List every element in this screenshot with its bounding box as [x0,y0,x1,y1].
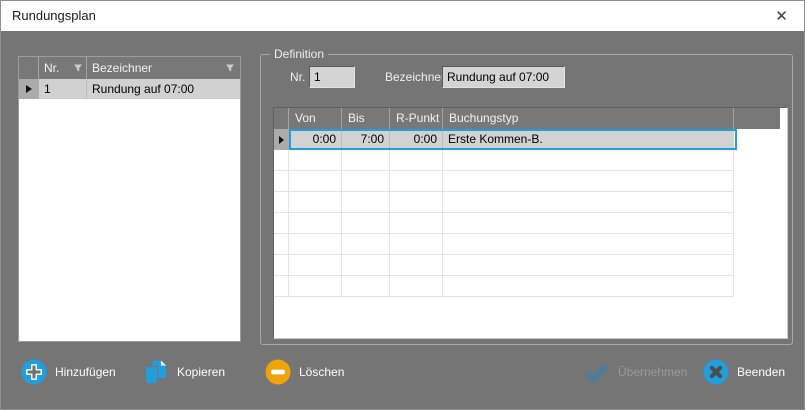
kopieren-button[interactable]: Kopieren [142,358,225,386]
plan-bezeichner-cell[interactable]: Rundung auf 07:00 [87,79,240,99]
row-selector-header-cell [274,108,289,129]
definition-group-label: Definition [270,47,328,62]
bezeichner-field-label: Bezeichner [385,66,445,88]
column-header-rpunkt[interactable]: R-Punkt [390,108,443,129]
column-header-nr[interactable]: Nr. [39,57,87,79]
column-header-buchungstyp[interactable]: Buchungstyp [443,108,734,129]
copy-icon [142,359,169,386]
bezeichner-field[interactable] [442,66,565,88]
definition-table-header: Von Bis R-Punkt Buchungstyp [274,108,780,129]
row-selector-header-cell [19,57,39,79]
loeschen-button[interactable]: Löschen [265,358,344,386]
beenden-label: Beenden [737,365,785,379]
nr-field[interactable] [309,66,355,88]
column-header-bezeichner-label: Bezeichner [92,61,152,75]
current-row-arrow-icon [26,85,32,93]
definition-detail-table: Von Bis R-Punkt Buchungstyp 0:00 7:00 0:… [273,107,788,339]
current-row-arrow-icon [279,136,284,144]
hinzufuegen-label: Hinzufügen [55,365,116,379]
funnel-filter-icon[interactable] [225,63,235,73]
plan-list-table: Nr. Bezeichner 1 Rundung auf 07:00 [18,56,241,342]
rundungsplan-dialog: Rundungsplan ✕ Nr. Bezeichner 1 Rundung … [0,0,805,410]
add-icon [21,359,47,385]
column-header-von[interactable]: Von [289,108,342,129]
nr-field-label: Nr. [290,66,305,88]
bis-cell[interactable]: 7:00 [342,129,390,150]
hinzufuegen-button[interactable]: Hinzufügen [21,358,116,386]
definition-group: Definition Nr. Bezeichner Von Bis R-Punk… [260,54,793,345]
empty-row[interactable] [274,150,734,171]
row-selector-cell [274,129,289,150]
plan-nr-cell[interactable]: 1 [39,79,87,99]
beenden-button[interactable]: Beenden [703,358,785,386]
empty-row[interactable] [274,234,734,255]
funnel-filter-icon[interactable] [73,63,83,73]
von-cell[interactable]: 0:00 [289,129,342,150]
column-header-bis[interactable]: Bis [342,108,390,129]
uebernehmen-button-disabled[interactable]: Übernehmen [583,358,687,386]
empty-row[interactable] [274,255,734,276]
column-header-nr-label: Nr. [44,61,59,75]
title-bar: Rundungsplan ✕ [1,1,804,31]
window-title: Rundungsplan [12,1,96,31]
empty-row[interactable] [274,213,734,234]
loeschen-label: Löschen [299,365,344,379]
rpunkt-cell[interactable]: 0:00 [390,129,443,150]
close-button[interactable]: ✕ [759,1,804,31]
close-x-icon [703,359,729,385]
plan-list-row[interactable]: 1 Rundung auf 07:00 [19,79,240,99]
uebernehmen-label: Übernehmen [618,365,687,379]
row-selector-cell [19,79,39,99]
empty-row[interactable] [274,192,734,213]
definition-row-selected[interactable]: 0:00 7:00 0:00 Erste Kommen-B. [274,129,734,150]
empty-row[interactable] [274,276,734,297]
header-filler-cell [734,108,780,129]
kopieren-label: Kopieren [177,365,225,379]
buchungstyp-cell[interactable]: Erste Kommen-B. [443,129,734,150]
check-icon [583,360,610,385]
plan-list-header: Nr. Bezeichner [19,57,240,79]
remove-icon [265,359,291,385]
close-icon: ✕ [775,7,788,25]
empty-row[interactable] [274,171,734,192]
column-header-bezeichner[interactable]: Bezeichner [87,57,240,79]
